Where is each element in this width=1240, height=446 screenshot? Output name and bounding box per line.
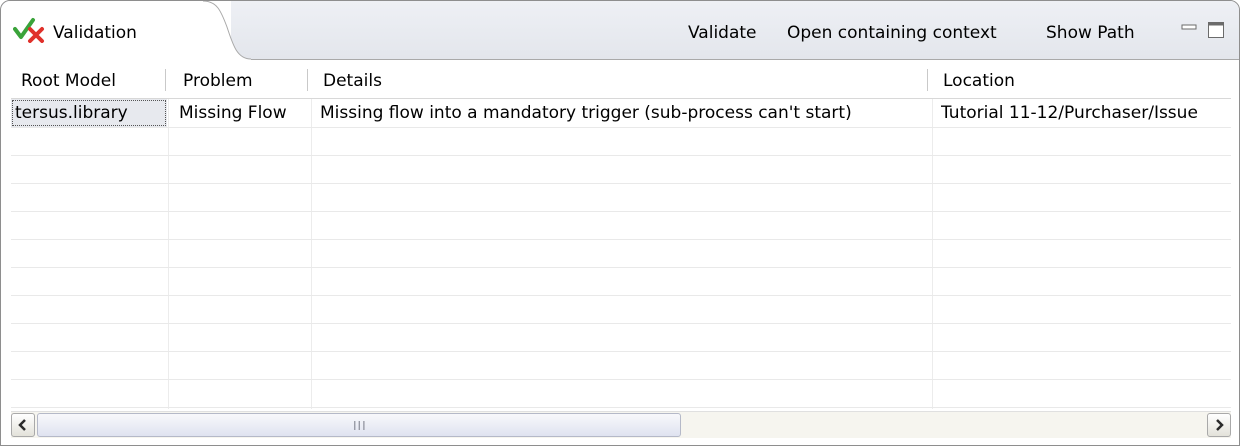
validation-check-cross-icon [13, 18, 44, 43]
column-header-root-model[interactable]: Root Model [11, 63, 169, 98]
scrollbar-thumb[interactable]: III [37, 413, 681, 437]
column-header-problem[interactable]: Problem [173, 63, 313, 98]
scroll-left-button[interactable] [11, 413, 35, 437]
tab-label: Validation [53, 23, 137, 43]
table-row [11, 267, 1231, 296]
open-containing-context-button[interactable]: Open containing context [787, 23, 997, 43]
cell-root-model[interactable]: tersus.library [11, 99, 167, 127]
table-row [11, 379, 1231, 408]
validation-view: Validation Validate Open containing cont… [0, 0, 1240, 446]
table-row [11, 323, 1231, 352]
horizontal-scrollbar[interactable]: III [11, 411, 1231, 438]
validate-button[interactable]: Validate [688, 23, 757, 43]
tab-curve [151, 1, 251, 60]
minimize-icon[interactable] [1181, 21, 1197, 35]
scrollbar-grip: III [353, 419, 367, 433]
table-body: tersus.library Missing Flow Missing flow… [11, 99, 1231, 409]
table-row [11, 295, 1231, 324]
table-row [11, 211, 1231, 240]
maximize-icon[interactable] [1207, 21, 1225, 39]
left-arrow-icon [18, 419, 26, 431]
problems-table: Root Model Problem Details Location ters… [11, 63, 1231, 409]
cell-details[interactable]: Missing flow into a mandatory trigger (s… [320, 99, 930, 127]
table-row [11, 351, 1231, 380]
table-row [11, 155, 1231, 184]
table-row [11, 127, 1231, 156]
right-arrow-icon [1216, 419, 1224, 431]
table-row [11, 183, 1231, 212]
cell-problem[interactable]: Missing Flow [179, 99, 309, 127]
cell-location[interactable]: Tutorial 11-12/Purchaser/Issue [941, 99, 1231, 127]
column-header-details[interactable]: Details [313, 63, 931, 98]
scroll-right-button[interactable] [1207, 413, 1231, 437]
table-header: Root Model Problem Details Location [11, 63, 1231, 99]
view-titlebar: Validation Validate Open containing cont… [1, 1, 1239, 60]
table-row [11, 239, 1231, 268]
table-row[interactable]: tersus.library Missing Flow Missing flow… [11, 99, 1231, 128]
column-header-location[interactable]: Location [933, 63, 1231, 98]
show-path-button[interactable]: Show Path [1046, 23, 1135, 43]
